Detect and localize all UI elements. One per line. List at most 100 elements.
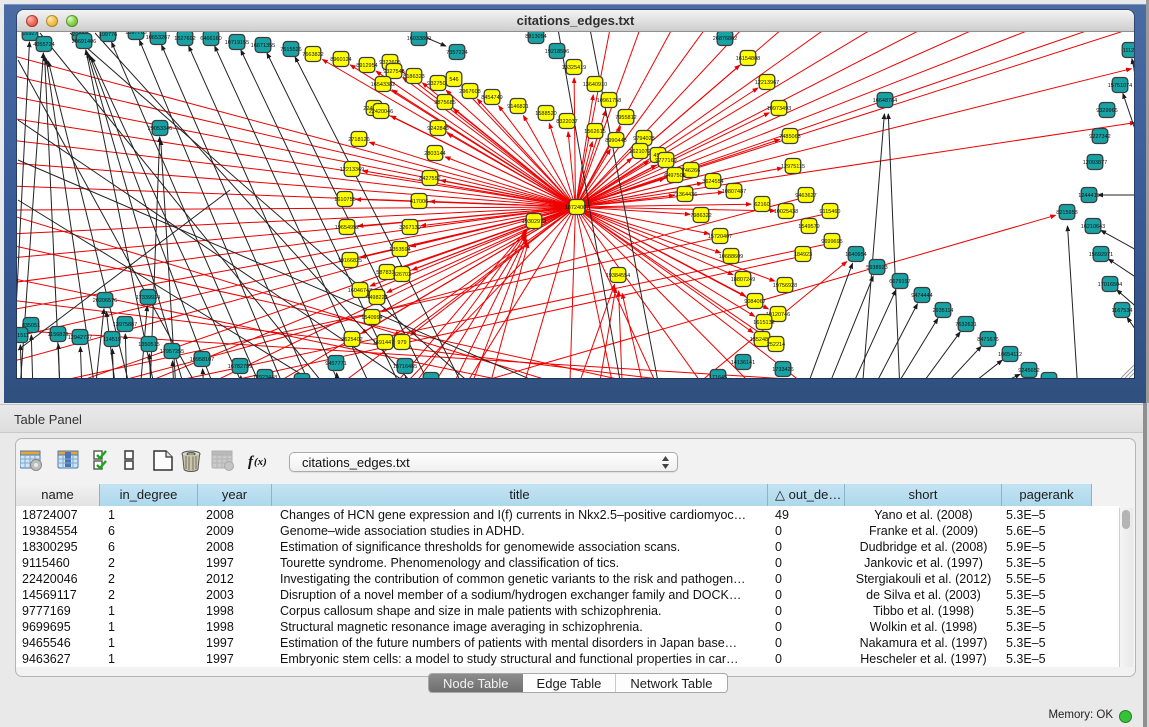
svg-text:10653267: 10653267 <box>146 35 170 41</box>
svg-text:9327508: 9327508 <box>427 81 448 87</box>
svg-text:17957255: 17957255 <box>160 349 184 355</box>
svg-text:114519: 114519 <box>103 337 121 343</box>
svg-text:9245652: 9245652 <box>1018 368 1039 374</box>
svg-text:391511: 391511 <box>17 333 29 339</box>
svg-text:16782759: 16782759 <box>228 364 252 370</box>
svg-text:8186323: 8186323 <box>403 74 424 80</box>
svg-text:10958107: 10958107 <box>190 357 214 363</box>
svg-text:1244415: 1244415 <box>1078 193 1099 199</box>
svg-text:546: 546 <box>449 77 458 83</box>
svg-text:10973493: 10973493 <box>767 106 791 112</box>
svg-text:1167534: 1167534 <box>1111 308 1132 314</box>
svg-text:5938923: 5938923 <box>866 265 887 271</box>
svg-text:8427552: 8427552 <box>419 176 440 182</box>
svg-text:1097763: 1097763 <box>125 32 146 36</box>
svg-text:10654112: 10654112 <box>998 352 1022 358</box>
svg-text:2718126: 2718126 <box>348 137 369 143</box>
svg-text:11123: 11123 <box>1123 48 1134 54</box>
svg-text:12213369: 12213369 <box>340 167 364 173</box>
svg-text:9777169: 9777169 <box>655 158 676 164</box>
svg-text:12923448: 12923448 <box>253 375 277 378</box>
svg-text:1615132: 1615132 <box>753 320 774 326</box>
svg-text:7515526: 7515526 <box>280 47 301 53</box>
svg-text:19166825: 19166825 <box>338 258 362 264</box>
svg-text:9084067: 9084067 <box>744 299 765 305</box>
svg-text:3624554: 3624554 <box>702 179 723 185</box>
svg-text:13716485: 13716485 <box>393 364 417 370</box>
svg-text:4055724: 4055724 <box>33 42 54 48</box>
svg-text:109776: 109776 <box>99 32 117 38</box>
svg-text:1588520: 1588520 <box>535 111 556 117</box>
svg-text:10807487: 10807487 <box>722 189 746 195</box>
svg-text:252214: 252214 <box>767 342 785 348</box>
svg-text:2935114: 2935114 <box>932 308 953 314</box>
svg-text:6679197: 6679197 <box>889 279 910 285</box>
svg-text:10961758: 10961758 <box>597 98 621 104</box>
svg-text:15720407: 15720407 <box>708 234 732 240</box>
svg-text:9227342: 9227342 <box>1089 134 1110 140</box>
svg-text:1353594: 1353594 <box>389 247 410 253</box>
svg-text:13975887: 13975887 <box>113 322 137 328</box>
svg-text:19756928: 19756928 <box>773 283 797 289</box>
svg-text:18724007: 18724007 <box>565 205 589 211</box>
svg-text:16033809: 16033809 <box>407 36 431 42</box>
svg-text:16927: 16927 <box>22 32 37 37</box>
svg-text:8813054: 8813054 <box>525 34 546 40</box>
svg-text:21364436: 21364436 <box>673 192 697 198</box>
svg-text:22420046: 22420046 <box>369 109 393 115</box>
svg-text:8322037: 8322037 <box>556 119 577 125</box>
svg-text:9474444: 9474444 <box>911 293 932 299</box>
svg-text:6466160: 6466160 <box>200 36 221 42</box>
svg-text:6497508: 6497508 <box>664 173 685 179</box>
svg-text:184923: 184923 <box>794 252 812 258</box>
svg-text:16154808: 16154808 <box>736 56 760 62</box>
svg-text:171645: 171645 <box>709 375 727 378</box>
svg-text:7663822: 7663822 <box>302 52 323 58</box>
svg-text:1156829: 1156829 <box>47 332 68 338</box>
svg-text:26876862: 26876862 <box>713 36 737 42</box>
svg-text:9327546: 9327546 <box>383 69 404 75</box>
svg-text:62160: 62160 <box>754 202 769 208</box>
svg-text:8912954: 8912954 <box>356 63 377 69</box>
svg-text:9457771: 9457771 <box>325 361 346 367</box>
svg-text:9242845: 9242845 <box>427 126 448 132</box>
svg-text:12213967: 12213967 <box>755 80 779 86</box>
svg-text:16671355: 16671355 <box>251 43 275 49</box>
svg-text:979: 979 <box>397 340 406 346</box>
svg-text:8960124: 8960124 <box>330 57 351 63</box>
svg-text:1562615: 1562615 <box>584 129 605 135</box>
svg-text:9329966: 9329966 <box>1096 108 1117 114</box>
svg-text:20206576: 20206576 <box>93 298 117 304</box>
svg-text:18807249: 18807249 <box>731 277 755 283</box>
svg-text:13640910: 13640910 <box>583 82 607 88</box>
svg-text:16210643: 16210643 <box>1081 224 1105 230</box>
svg-text:9115460: 9115460 <box>819 209 840 215</box>
svg-text:9794028: 9794028 <box>633 136 654 142</box>
svg-text:12975115: 12975115 <box>781 164 805 170</box>
svg-text:29053346: 29053346 <box>148 126 172 132</box>
svg-text:7955812: 7955812 <box>615 115 636 121</box>
svg-text:1540994: 1540994 <box>361 315 382 321</box>
svg-text:16543382: 16543382 <box>371 82 395 88</box>
svg-text:19302973: 19302973 <box>522 219 546 225</box>
svg-text:1640954: 1640954 <box>845 252 866 258</box>
svg-text:8454749: 8454749 <box>481 95 502 101</box>
svg-text:1549579: 1549579 <box>798 224 819 230</box>
svg-text:19384554: 19384554 <box>606 273 630 279</box>
svg-text:7357224: 7357224 <box>446 50 467 56</box>
svg-text:417006: 417006 <box>410 199 428 205</box>
svg-text:326702: 326702 <box>393 272 411 278</box>
svg-text:1733426: 1733426 <box>772 367 793 373</box>
svg-text:8990448: 8990448 <box>605 138 626 144</box>
svg-text:3267130: 3267130 <box>399 225 420 231</box>
svg-text:7625402: 7625402 <box>341 337 362 343</box>
svg-text:17339934: 17339934 <box>136 295 160 301</box>
svg-text:10719155: 10719155 <box>225 40 249 46</box>
svg-text:4498222: 4498222 <box>366 295 387 301</box>
svg-text:7632621: 7632621 <box>955 322 976 328</box>
svg-text:8471676: 8471676 <box>977 337 998 343</box>
svg-text:1350515: 1350515 <box>138 342 159 348</box>
svg-text:13325419: 13325419 <box>562 65 586 71</box>
svg-text:1527602: 1527602 <box>174 36 195 42</box>
svg-text:7485063: 7485063 <box>779 134 800 140</box>
